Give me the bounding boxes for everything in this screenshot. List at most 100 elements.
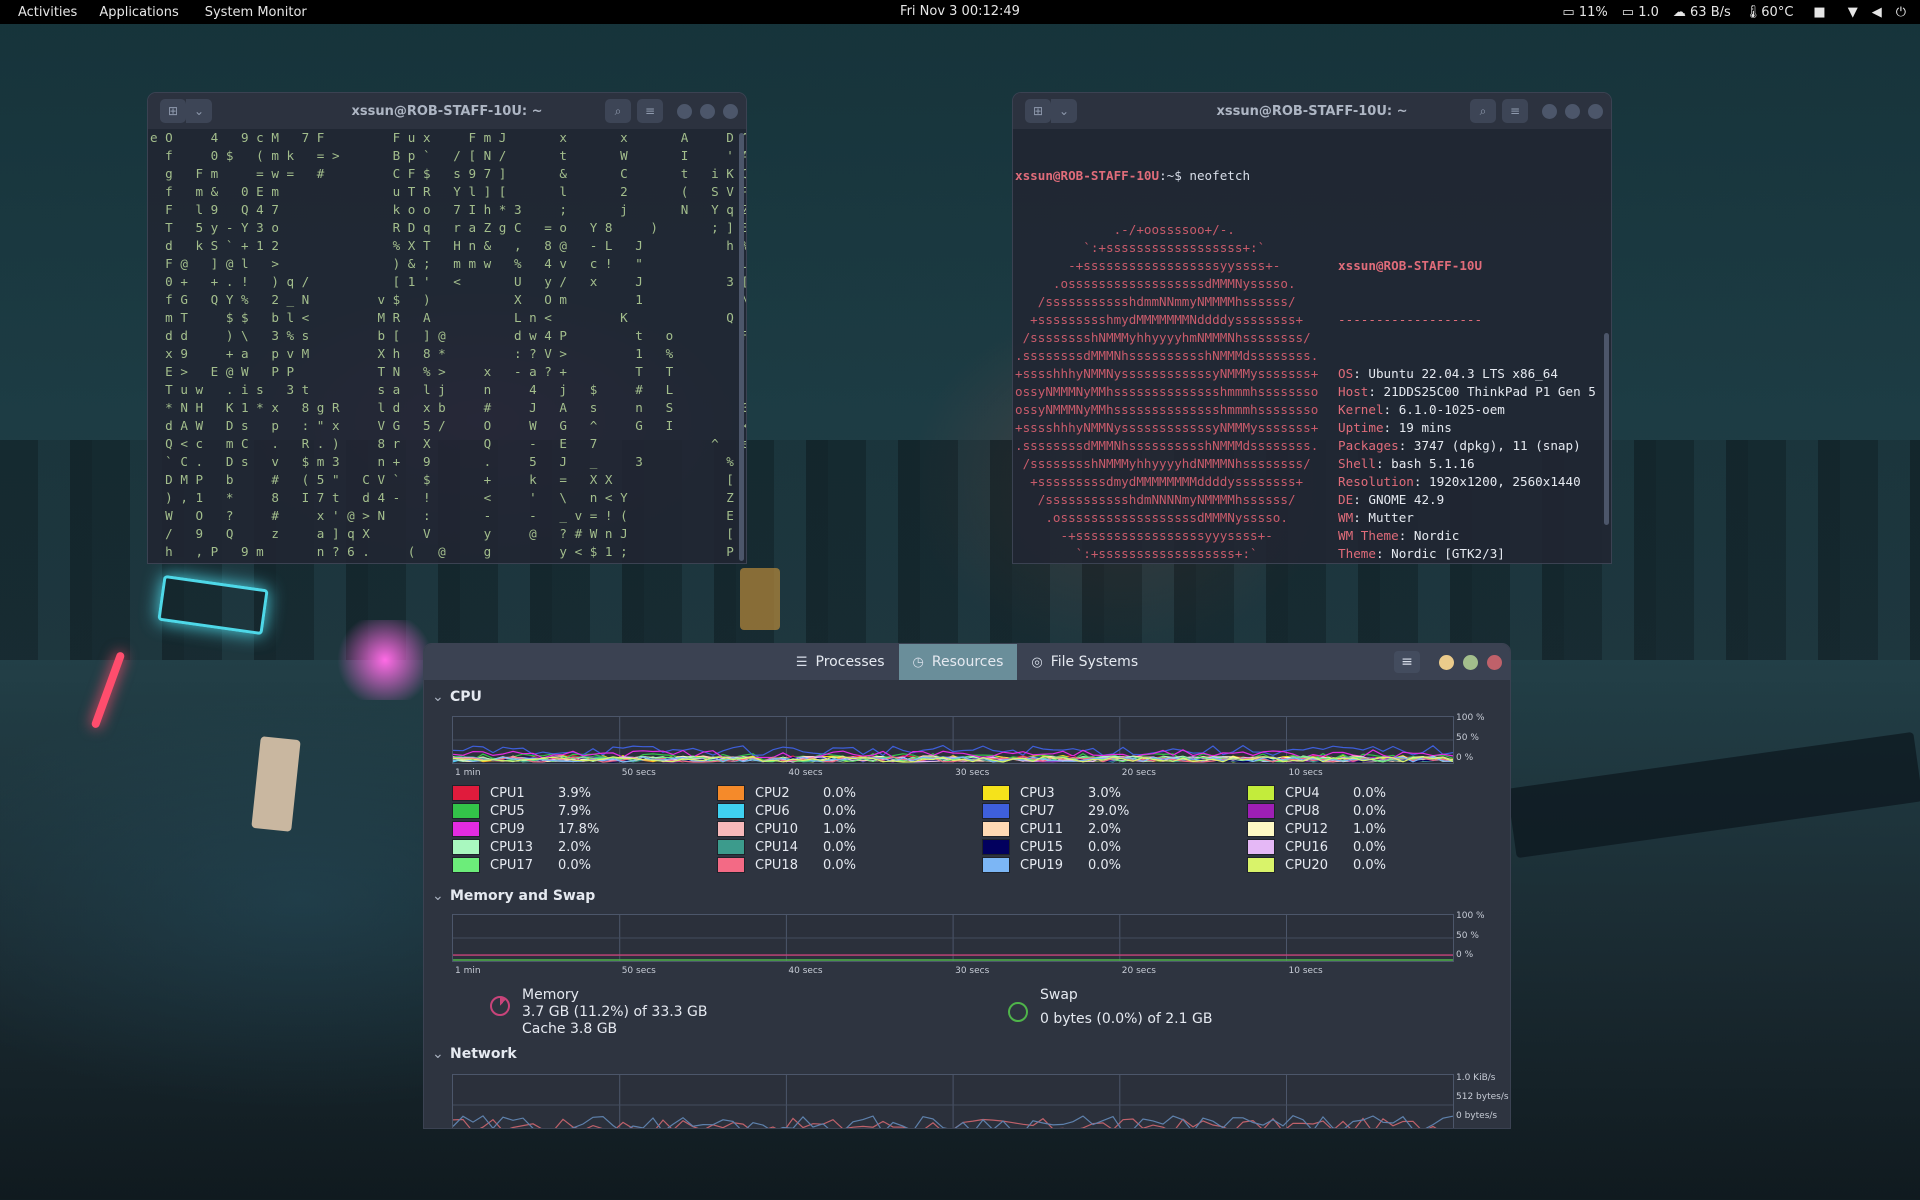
terminal-scrollbar[interactable] — [739, 133, 744, 561]
cpu-legend-item[interactable]: CPU5 7.9% — [452, 803, 591, 819]
info-value: 3747 (dpkg), 11 (snap) — [1413, 438, 1581, 453]
matrix-line: d A W D s p : " x V G 5 / O W G ^ G I k — [150, 418, 747, 433]
matrix-line: e O 4 9 c M 7 F F u x F m J x x A D ^ m … — [150, 130, 747, 145]
wallpaper-bridge — [1507, 731, 1920, 859]
camera-icon[interactable]: ■ — [1813, 5, 1825, 20]
network-speed-indicator[interactable]: ☁ 63 B/s — [1673, 5, 1731, 20]
minimize-button[interactable] — [1542, 103, 1557, 119]
cpu-legend-item[interactable]: CPU6 0.0% — [717, 803, 856, 819]
tab-dropdown-button[interactable]: ⌄ — [1051, 99, 1077, 123]
cpu-graph-lines — [453, 717, 1453, 763]
memory-section-header[interactable]: ⌄ Memory and Swap — [424, 888, 595, 904]
search-button[interactable]: ⌕ — [605, 99, 631, 123]
cpu-color-swatch[interactable] — [982, 803, 1010, 819]
terminal-output[interactable]: xssun@ROB-STAFF-10U:~$ neofetch .-/+ooss… — [1013, 129, 1611, 563]
menu-button[interactable]: ≡ — [1394, 651, 1420, 673]
cpu-legend-item[interactable]: CPU12 1.0% — [1247, 821, 1386, 837]
clock[interactable]: Fri Nov 3 00:12:49 — [900, 4, 1020, 19]
activities-button[interactable]: Activities — [0, 5, 87, 20]
cpu-legend-item[interactable]: CPU16 0.0% — [1247, 839, 1386, 855]
cpu-color-swatch[interactable] — [1247, 821, 1275, 837]
info-row: Shell: bash 5.1.16 — [1338, 455, 1611, 473]
cpu-legend-item[interactable]: CPU7 29.0% — [982, 803, 1129, 819]
cpu-usage: 0.0% — [1353, 785, 1387, 801]
swap-pie-icon[interactable] — [1008, 1002, 1028, 1022]
tab-file-systems[interactable]: ◎ File Systems — [1017, 644, 1152, 680]
menu-button[interactable]: ≡ — [637, 99, 663, 123]
cpu-legend-item[interactable]: CPU15 0.0% — [982, 839, 1121, 855]
cpu-color-swatch[interactable] — [1247, 839, 1275, 855]
temperature-indicator[interactable]: 🌡60°C — [1745, 5, 1794, 20]
system-monitor-window[interactable]: ☰ Processes ◷ Resources ◎ File Systems ≡ ⌄ C… — [423, 643, 1511, 1129]
cpu-legend-item[interactable]: CPU8 0.0% — [1247, 803, 1386, 819]
terminal-scrollbar[interactable] — [1604, 333, 1609, 525]
close-button[interactable] — [723, 103, 738, 119]
cpu-legend-item[interactable]: CPU4 0.0% — [1247, 785, 1386, 801]
cpu-color-swatch[interactable] — [982, 857, 1010, 873]
cpu-legend-item[interactable]: CPU20 0.0% — [1247, 857, 1386, 873]
prompt-user: xssun@ROB-STAFF-10U — [1015, 168, 1160, 183]
cpu-color-swatch[interactable] — [452, 821, 480, 837]
cpu-color-swatch[interactable] — [1247, 857, 1275, 873]
new-tab-button[interactable]: ⊞ — [1025, 99, 1051, 123]
cpu-legend-item[interactable]: CPU17 0.0% — [452, 857, 591, 873]
close-button[interactable] — [1588, 103, 1603, 119]
wallpaper-building-sign — [740, 568, 780, 630]
cpu-color-swatch[interactable] — [982, 839, 1010, 855]
maximize-button[interactable] — [1565, 103, 1580, 119]
terminal-window-neofetch[interactable]: ⊞ ⌄ xssun@ROB-STAFF-10U: ~ ⌕ ≡ xssun@ROB… — [1012, 92, 1612, 564]
cpu-legend-item[interactable]: CPU11 2.0% — [982, 821, 1121, 837]
memory-pie-icon[interactable] — [490, 996, 510, 1016]
tab-processes[interactable]: ☰ Processes — [782, 644, 899, 680]
ubuntu-ascii-logo: .-/+oossssoo+/-. `:+ssssssssssssssssss+:… — [1015, 221, 1338, 563]
terminal-output[interactable]: e O 4 9 c M 7 F F u x F m J x x A D ^ m … — [148, 129, 746, 561]
cpu-legend-item[interactable]: CPU1 3.9% — [452, 785, 591, 801]
cpu-color-swatch[interactable] — [717, 803, 745, 819]
tab-resources[interactable]: ◷ Resources — [898, 644, 1018, 680]
focused-app-menu[interactable]: System Monitor — [189, 5, 317, 20]
battery-indicator[interactable]: ▭ 11% — [1562, 5, 1607, 20]
cpu-color-swatch[interactable] — [452, 839, 480, 855]
cpu-usage: 0.0% — [823, 785, 857, 801]
minimize-button[interactable] — [677, 103, 692, 119]
cpu-legend-item[interactable]: CPU2 0.0% — [717, 785, 856, 801]
cpu-color-swatch[interactable] — [1247, 803, 1275, 819]
volume-icon[interactable]: ◀ — [1872, 5, 1882, 20]
cpu-legend-item[interactable]: CPU13 2.0% — [452, 839, 591, 855]
applications-menu[interactable]: Applications — [87, 5, 188, 20]
terminal-window-matrix[interactable]: ⊞ ⌄ xssun@ROB-STAFF-10U: ~ ⌕ ≡ e O 4 9 c… — [147, 92, 747, 564]
cpu-color-swatch[interactable] — [717, 839, 745, 855]
cpu-color-swatch[interactable] — [452, 803, 480, 819]
new-tab-button[interactable]: ⊞ — [160, 99, 186, 123]
cpu-legend-item[interactable]: CPU18 0.0% — [717, 857, 856, 873]
load-indicator[interactable]: ▭ 1.0 — [1622, 5, 1659, 20]
power-icon[interactable]: ⏻ — [1896, 5, 1906, 20]
cpu-legend-item[interactable]: CPU9 17.8% — [452, 821, 599, 837]
tab-dropdown-button[interactable]: ⌄ — [186, 99, 212, 123]
cpu-color-swatch[interactable] — [982, 785, 1010, 801]
close-button[interactable] — [1487, 655, 1502, 670]
cpu-legend-item[interactable]: CPU19 0.0% — [982, 857, 1121, 873]
menu-button[interactable]: ≡ — [1502, 99, 1528, 123]
time-tick-label: 1 min — [455, 768, 481, 778]
minimize-button[interactable] — [1439, 655, 1454, 670]
cpu-color-swatch[interactable] — [452, 785, 480, 801]
wifi-icon[interactable]: ▼ — [1848, 5, 1858, 20]
maximize-button[interactable] — [1463, 655, 1478, 670]
info-value: GNOME 42.9 — [1368, 492, 1445, 507]
cpu-legend-item[interactable]: CPU3 3.0% — [982, 785, 1121, 801]
cpu-legend-item[interactable]: CPU14 0.0% — [717, 839, 856, 855]
logo-line: .ssssssssdMMMNhsssssssssshNMMMdssssssss. — [1015, 438, 1319, 453]
cpu-color-swatch[interactable] — [1247, 785, 1275, 801]
network-section-header[interactable]: ⌄ Network — [424, 1046, 517, 1062]
search-button[interactable]: ⌕ — [1470, 99, 1496, 123]
cpu-color-swatch[interactable] — [717, 857, 745, 873]
info-row: DE: GNOME 42.9 — [1338, 491, 1611, 509]
cpu-legend-item[interactable]: CPU10 1.0% — [717, 821, 856, 837]
cpu-section-header[interactable]: ⌄ CPU — [424, 689, 482, 705]
cpu-color-swatch[interactable] — [452, 857, 480, 873]
maximize-button[interactable] — [700, 103, 715, 119]
cpu-color-swatch[interactable] — [717, 785, 745, 801]
cpu-color-swatch[interactable] — [717, 821, 745, 837]
cpu-color-swatch[interactable] — [982, 821, 1010, 837]
